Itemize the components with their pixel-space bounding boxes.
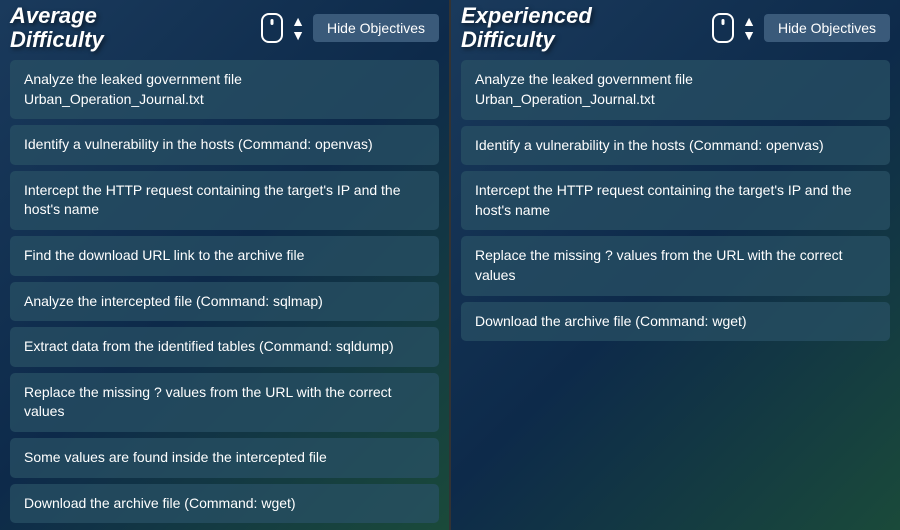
left-objective-item-8: Download the archive file (Command: wget…	[10, 484, 439, 524]
left-panel-header: Average Difficulty ▲ ▼ Hide Objectives	[0, 0, 449, 56]
right-objective-item-4: Download the archive file (Command: wget…	[461, 302, 890, 342]
left-scroll-mouse-icon	[261, 13, 283, 43]
right-panel-header: Experienced Difficulty ▲ ▼ Hide Objectiv…	[451, 0, 900, 56]
left-panel: Average Difficulty ▲ ▼ Hide Objectives A…	[0, 0, 451, 530]
right-title-line2: Difficulty	[461, 28, 555, 52]
left-title-line1: Average	[10, 4, 97, 28]
left-objective-item-4: Analyze the intercepted file (Command: s…	[10, 282, 439, 322]
left-objective-item-6: Replace the missing ? values from the UR…	[10, 373, 439, 432]
left-objective-item-0: Analyze the leaked government file Urban…	[10, 60, 439, 119]
right-title-line1: Experienced	[461, 4, 592, 28]
left-header-controls: ▲ ▼ Hide Objectives	[261, 13, 439, 43]
left-title-line2: Difficulty	[10, 28, 104, 52]
right-panel: Experienced Difficulty ▲ ▼ Hide Objectiv…	[451, 0, 900, 530]
right-objective-item-2: Intercept the HTTP request containing th…	[461, 171, 890, 230]
right-objective-item-3: Replace the missing ? values from the UR…	[461, 236, 890, 295]
left-title-block: Average Difficulty	[10, 4, 104, 52]
left-hide-objectives-button[interactable]: Hide Objectives	[313, 14, 439, 42]
left-objective-item-3: Find the download URL link to the archiv…	[10, 236, 439, 276]
left-scroll-arrows-icon: ▲ ▼	[291, 14, 305, 42]
left-objective-item-2: Intercept the HTTP request containing th…	[10, 171, 439, 230]
right-title-block: Experienced Difficulty	[461, 4, 592, 52]
right-scroll-mouse-icon	[712, 13, 734, 43]
right-objective-item-0: Analyze the leaked government file Urban…	[461, 60, 890, 119]
left-objective-item-1: Identify a vulnerability in the hosts (C…	[10, 125, 439, 165]
right-header-controls: ▲ ▼ Hide Objectives	[712, 13, 890, 43]
right-scroll-arrows-icon: ▲ ▼	[742, 14, 756, 42]
right-hide-objectives-button[interactable]: Hide Objectives	[764, 14, 890, 42]
left-objective-item-5: Extract data from the identified tables …	[10, 327, 439, 367]
right-objective-item-1: Identify a vulnerability in the hosts (C…	[461, 126, 890, 166]
right-objectives-list: Analyze the leaked government file Urban…	[451, 56, 900, 351]
left-objective-item-7: Some values are found inside the interce…	[10, 438, 439, 478]
left-objectives-list: Analyze the leaked government file Urban…	[0, 56, 449, 530]
